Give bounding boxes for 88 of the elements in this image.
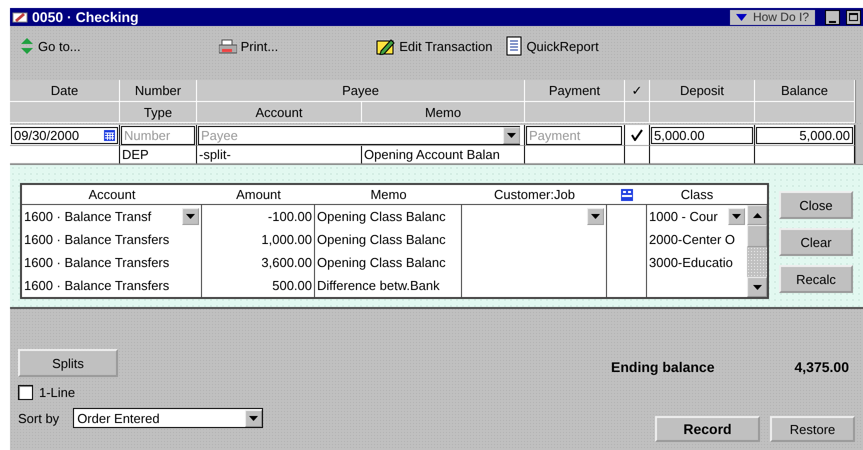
caret-icon	[736, 14, 747, 20]
caret-icon	[732, 214, 741, 219]
sort-label: Sort by	[18, 410, 60, 426]
dropdown-button[interactable]	[245, 410, 262, 426]
toolbar-button[interactable]: Print...	[214, 38, 282, 54]
column-header: ✓	[625, 80, 650, 102]
memo-cell: Opening Class Balanc	[317, 209, 446, 224]
printer-icon	[218, 38, 237, 54]
account-cell: 1600 · Balance Transfers	[24, 278, 170, 293]
sort-dropdown[interactable]: Order Entered	[73, 408, 264, 428]
caret-icon	[186, 214, 195, 219]
scroll-bar[interactable]	[855, 125, 863, 164]
column-header: Payment	[525, 80, 625, 102]
memo-cell: Difference betw.Bank	[317, 278, 440, 293]
dropdown-button[interactable]	[503, 127, 520, 144]
account-cell: 1600 · Balance Transfers	[24, 255, 170, 270]
column-header: Payee	[197, 80, 525, 102]
document-icon	[506, 36, 522, 56]
type-value: DEP	[122, 147, 149, 162]
header-cell	[625, 102, 650, 123]
balance-field: 5,000.00	[756, 126, 853, 144]
dropdown-button[interactable]	[728, 208, 745, 225]
panel-button[interactable]: Close	[779, 191, 853, 219]
deposit-field[interactable]: 5,000.00	[651, 126, 753, 144]
scroll-down-button[interactable]	[747, 277, 767, 297]
date-value: 09/30/2000	[14, 128, 80, 142]
amount-cell: 500.00	[272, 278, 312, 293]
class-cell: 2000-Center O	[649, 232, 735, 247]
column-header: Deposit	[650, 80, 755, 102]
column-header: Number	[120, 80, 197, 102]
checkbox[interactable]	[18, 385, 33, 400]
memo-cell: Opening Class Balanc	[317, 232, 446, 247]
amount-cell: 3,600.00	[261, 255, 312, 270]
toolbar-button[interactable]: QuickReport	[502, 36, 603, 56]
column-header: Memo	[362, 102, 525, 123]
amount-cell: 1,000.00	[261, 232, 312, 247]
help-menu[interactable]: How Do I?	[730, 10, 815, 24]
column-header: Amount	[202, 185, 315, 205]
dropdown-button[interactable]	[182, 208, 199, 225]
date-field[interactable]: 09/30/2000	[11, 126, 118, 144]
register-icon	[12, 11, 28, 23]
splits-button[interactable]: Splits	[18, 349, 118, 377]
sort-value: Order Entered	[77, 410, 160, 426]
pencil-paper-icon	[376, 38, 396, 54]
restore-button[interactable]: Restore	[770, 416, 855, 442]
memo-value: Opening Account Balan	[364, 147, 500, 162]
class-cell: 1000 - Cour	[649, 209, 718, 224]
payee-field[interactable]: Payee	[198, 126, 520, 144]
toolbar-button[interactable]: Go to...	[16, 38, 85, 54]
column-header: Date	[10, 80, 120, 102]
dropdown-button[interactable]	[587, 208, 604, 225]
caret-icon	[507, 133, 516, 138]
amount-cell: -100.00	[268, 209, 312, 224]
column-header: Class	[647, 185, 747, 205]
toolbar-button[interactable]: Edit Transaction	[372, 38, 496, 54]
column-header: Account	[22, 185, 202, 205]
column-header: Type	[120, 102, 197, 123]
up-down-arrows-icon	[20, 38, 34, 54]
account-cell: 1600 · Balance Transfers	[24, 232, 170, 247]
memo-cell: Opening Class Balanc	[317, 255, 446, 270]
up-arrow-icon	[752, 212, 762, 218]
payment-field[interactable]: Payment	[526, 126, 622, 144]
table-icon	[621, 188, 633, 200]
number-field[interactable]: Number	[121, 126, 195, 144]
window-title: 0050 · Checking	[32, 9, 140, 25]
maximize-icon	[849, 13, 858, 21]
calendar-icon	[104, 130, 115, 140]
down-arrow-icon	[752, 284, 762, 290]
account-cell: 1600 · Balance Transf	[24, 209, 152, 224]
caret-icon	[591, 214, 600, 219]
scroll-up-button[interactable]	[747, 205, 767, 225]
checkbox-label: 1-Line	[39, 385, 76, 400]
ending-balance-value: 4,375.00	[794, 359, 849, 375]
record-button[interactable]: Record	[655, 416, 760, 442]
column-header: Account	[197, 102, 362, 123]
column-header: Customer:Job	[462, 185, 607, 205]
panel-button[interactable]: Recalc	[779, 265, 853, 293]
class-cell: 3000-Educatio	[649, 255, 733, 270]
column-header: Balance	[755, 80, 855, 102]
column-header: Memo	[315, 185, 462, 205]
account-value: -split-	[199, 147, 231, 162]
caret-icon	[249, 416, 258, 420]
scroll-thumb[interactable]	[747, 225, 767, 247]
minimize-button[interactable]	[825, 10, 840, 24]
ending-balance-label: Ending balance	[611, 359, 714, 375]
minimize-icon	[829, 20, 836, 24]
panel-button[interactable]: Clear	[779, 228, 853, 256]
maximize-button[interactable]	[846, 10, 861, 24]
